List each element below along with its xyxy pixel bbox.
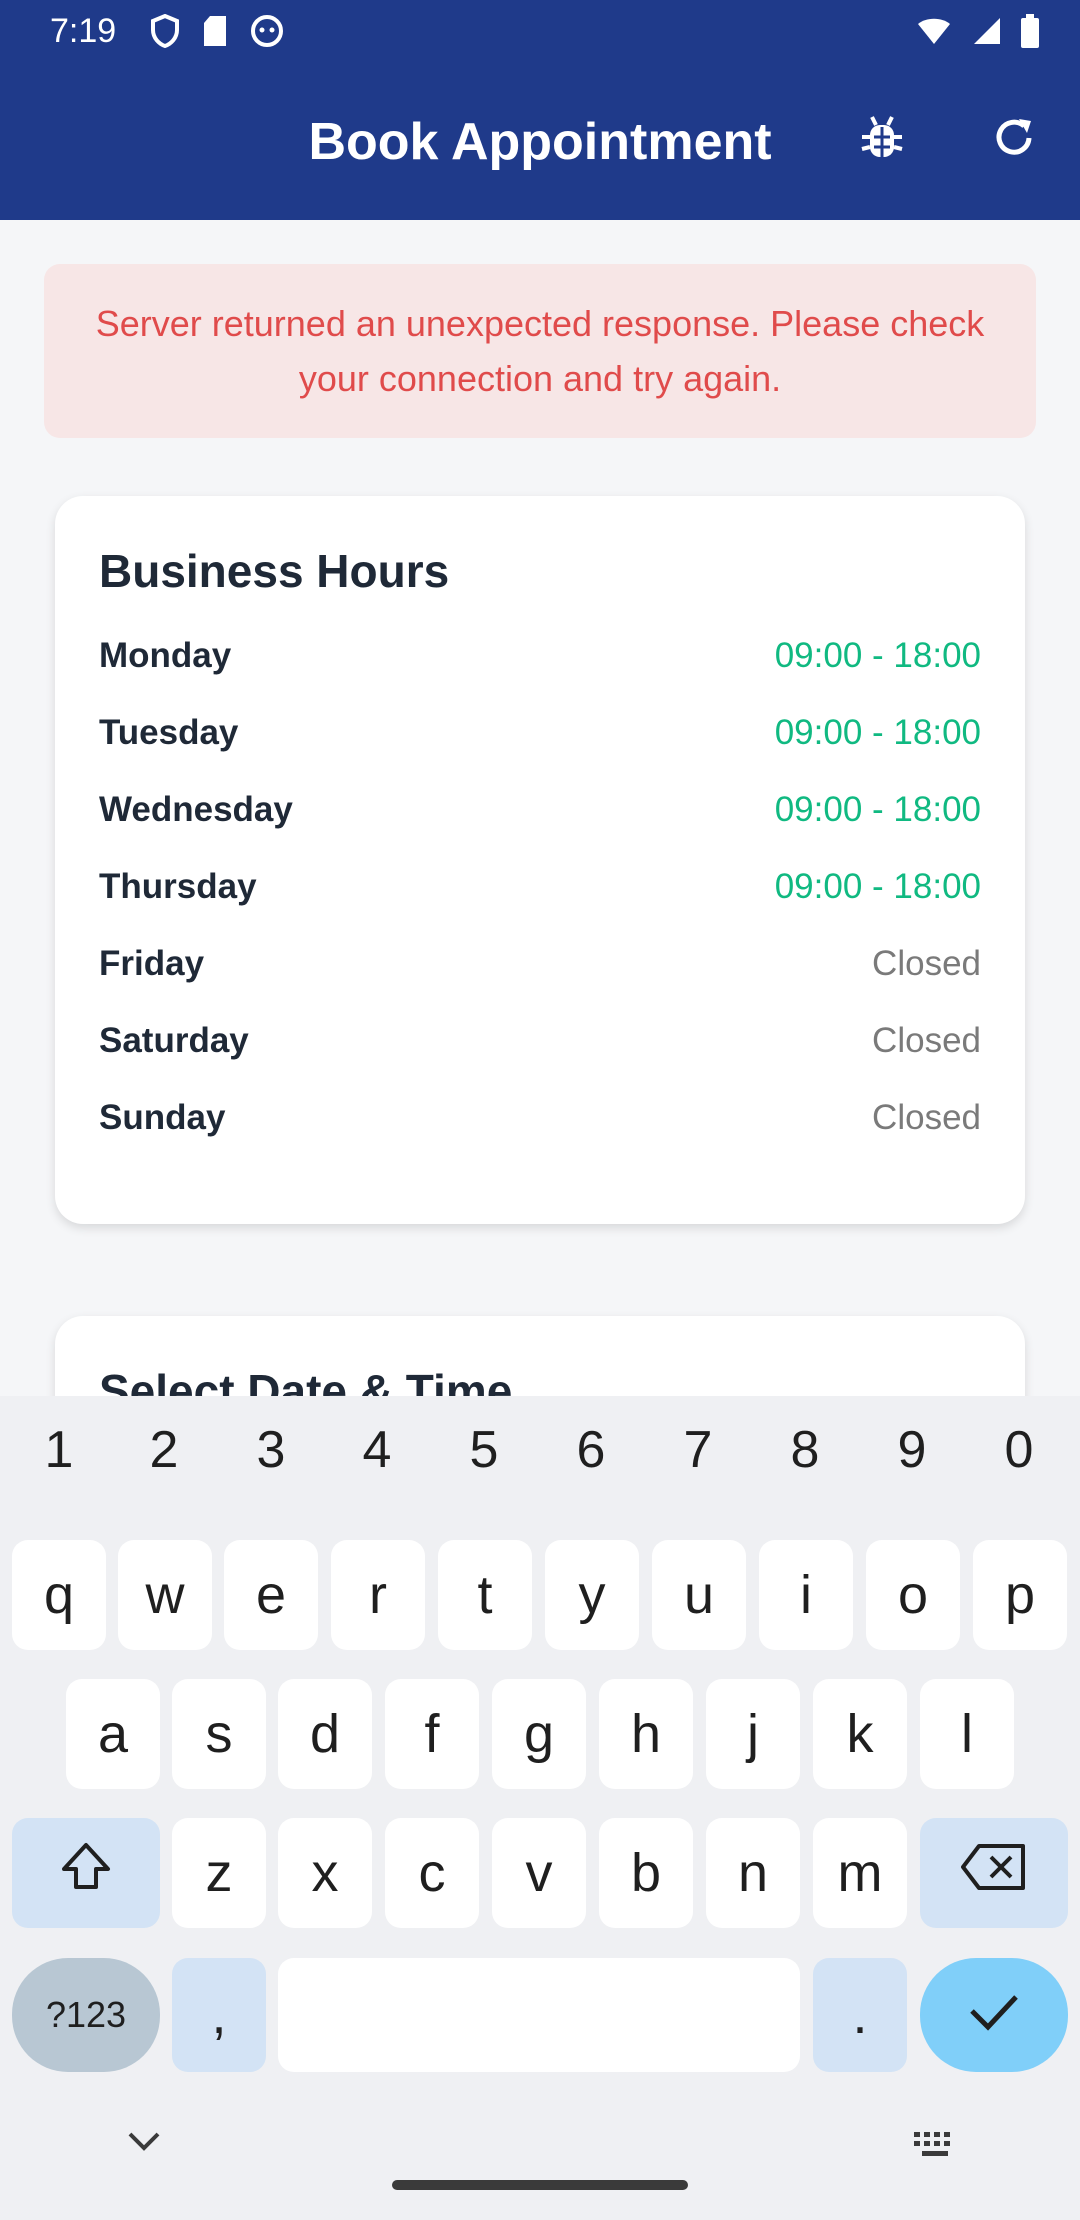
sd-card-icon [202, 15, 228, 52]
time-value: 09:00 - 18:00 [774, 790, 981, 829]
day-label: Sunday [99, 1098, 226, 1137]
key-a[interactable]: a [66, 1679, 160, 1789]
key-7[interactable]: 7 [658, 1420, 738, 1480]
hours-row-friday: Friday Closed [99, 944, 981, 1021]
key-g[interactable]: g [492, 1679, 586, 1789]
key-j[interactable]: j [706, 1679, 800, 1789]
key-q[interactable]: q [12, 1540, 106, 1650]
key-t[interactable]: t [438, 1540, 532, 1650]
key-y[interactable]: y [545, 1540, 639, 1650]
key-0[interactable]: 0 [979, 1420, 1059, 1480]
key-v[interactable]: v [492, 1818, 586, 1928]
battery-icon [1020, 14, 1040, 53]
day-label: Saturday [99, 1021, 249, 1060]
key-6[interactable]: 6 [551, 1420, 631, 1480]
key-c[interactable]: c [385, 1818, 479, 1928]
key-h[interactable]: h [599, 1679, 693, 1789]
refresh-icon [989, 113, 1039, 168]
time-value: Closed [872, 1098, 981, 1137]
key-o[interactable]: o [866, 1540, 960, 1650]
hours-row-sunday: Sunday Closed [99, 1098, 981, 1175]
backspace-key[interactable] [920, 1818, 1068, 1928]
key-r[interactable]: r [331, 1540, 425, 1650]
time-value: 09:00 - 18:00 [774, 713, 981, 752]
keyboard-icon [912, 2132, 958, 2164]
business-hours-card: Business Hours Monday 09:00 - 18:00 Tues… [55, 496, 1025, 1224]
day-label: Monday [99, 636, 232, 675]
time-value: Closed [872, 944, 981, 983]
key-e[interactable]: e [224, 1540, 318, 1650]
key-1[interactable]: 1 [19, 1420, 99, 1480]
key-k[interactable]: k [813, 1679, 907, 1789]
day-label: Wednesday [99, 790, 293, 829]
symbols-key[interactable]: ?123 [12, 1958, 160, 2072]
key-p[interactable]: p [973, 1540, 1067, 1650]
number-row: 1 2 3 4 5 6 7 8 9 0 [0, 1420, 1080, 1492]
day-label: Friday [99, 944, 205, 983]
key-i[interactable]: i [759, 1540, 853, 1650]
hours-row-tuesday: Tuesday 09:00 - 18:00 [99, 713, 981, 790]
hours-row-wednesday: Wednesday 09:00 - 18:00 [99, 790, 981, 867]
key-s[interactable]: s [172, 1679, 266, 1789]
key-9[interactable]: 9 [872, 1420, 952, 1480]
day-label: Tuesday [99, 713, 239, 752]
key-8[interactable]: 8 [765, 1420, 845, 1480]
key-n[interactable]: n [706, 1818, 800, 1928]
business-hours-title: Business Hours [99, 545, 450, 597]
chevron-down-icon [126, 2132, 162, 2158]
home-gesture-bar[interactable] [392, 2180, 688, 2190]
key-z[interactable]: z [172, 1818, 266, 1928]
day-label: Thursday [99, 867, 257, 906]
key-w[interactable]: w [118, 1540, 212, 1650]
bug-icon [858, 113, 906, 168]
backspace-icon [959, 1842, 1029, 1905]
comma-key[interactable]: , [172, 1958, 266, 2072]
key-3[interactable]: 3 [231, 1420, 311, 1480]
key-x[interactable]: x [278, 1818, 372, 1928]
hours-row-saturday: Saturday Closed [99, 1021, 981, 1098]
hours-row-monday: Monday 09:00 - 18:00 [99, 636, 981, 713]
hide-keyboard-button[interactable] [126, 2130, 162, 2159]
shield-icon [150, 13, 180, 53]
error-banner: Server returned an unexpected response. … [44, 264, 1036, 438]
key-2[interactable]: 2 [124, 1420, 204, 1480]
time-value: 09:00 - 18:00 [774, 867, 981, 906]
refresh-button[interactable] [984, 110, 1044, 170]
keyboard-switch-button[interactable] [912, 2130, 958, 2165]
status-icons-right [916, 14, 1040, 53]
key-d[interactable]: d [278, 1679, 372, 1789]
key-u[interactable]: u [652, 1540, 746, 1650]
key-4[interactable]: 4 [337, 1420, 417, 1480]
enter-key[interactable] [920, 1958, 1068, 2072]
key-l[interactable]: l [920, 1679, 1014, 1789]
debug-button[interactable] [852, 110, 912, 170]
shift-key[interactable] [12, 1818, 160, 1928]
period-key[interactable]: . [813, 1958, 907, 2072]
hours-list: Monday 09:00 - 18:00 Tuesday 09:00 - 18:… [99, 636, 981, 1175]
time-value: Closed [872, 1021, 981, 1060]
key-m[interactable]: m [813, 1818, 907, 1928]
wifi-icon [916, 16, 952, 51]
space-key[interactable] [278, 1958, 800, 2072]
time-value: 09:00 - 18:00 [774, 636, 981, 675]
key-5[interactable]: 5 [444, 1420, 524, 1480]
hours-row-thursday: Thursday 09:00 - 18:00 [99, 867, 981, 944]
key-b[interactable]: b [599, 1818, 693, 1928]
shift-icon [58, 1839, 114, 1908]
error-message: Server returned an unexpected response. … [95, 303, 985, 399]
page-title: Book Appointment [308, 113, 772, 171]
signal-icon [970, 16, 1002, 51]
status-icons-left [150, 13, 284, 53]
key-f[interactable]: f [385, 1679, 479, 1789]
soft-keyboard: 1 2 3 4 5 6 7 8 9 0 q w e r t y u i o p … [0, 1396, 1080, 2220]
status-time: 7:19 [50, 12, 117, 50]
app-header: 7:19 Book Appointment [0, 0, 1080, 220]
cat-face-icon [250, 14, 284, 53]
checkmark-icon [966, 1984, 1022, 2046]
